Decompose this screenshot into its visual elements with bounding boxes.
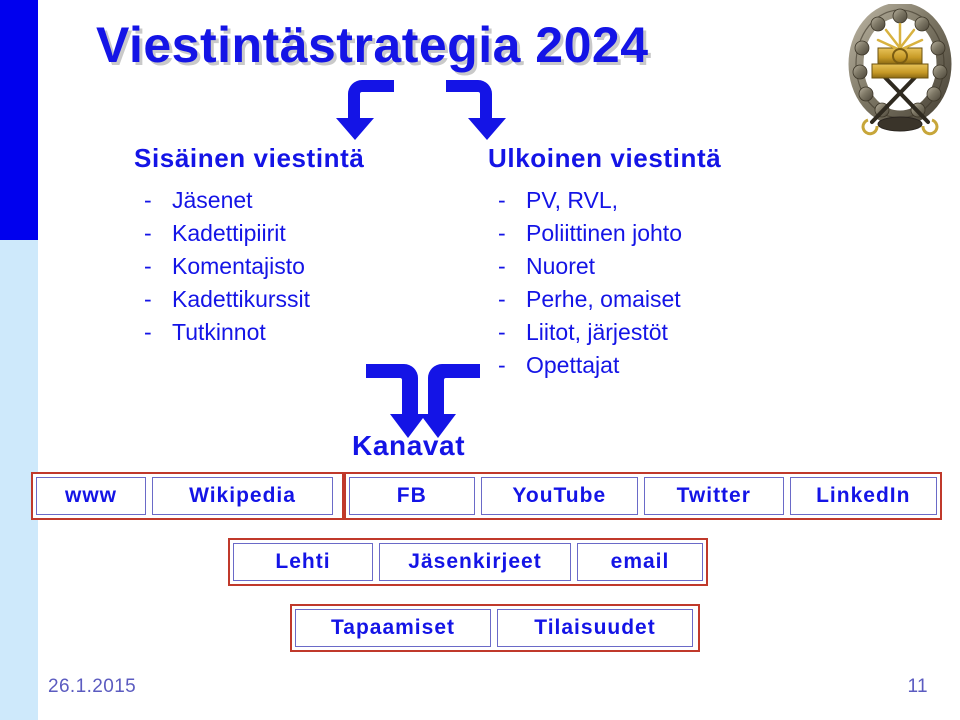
- list-item-label: Komentajisto: [172, 253, 305, 279]
- bullet-marker: -: [144, 187, 152, 213]
- channel-group-events: Tapaamiset Tilaisuudet: [290, 604, 700, 652]
- channel-chip-lehti[interactable]: Lehti: [233, 543, 373, 581]
- list-item-label: PV, RVL,: [526, 187, 619, 213]
- channel-chip-tapaamiset[interactable]: Tapaamiset: [295, 609, 491, 647]
- list-item-label: Kadettipiirit: [172, 220, 286, 246]
- list-item: - Perhe, omaiset: [488, 283, 848, 316]
- bullet-marker: -: [498, 253, 506, 279]
- channel-group-social: FB YouTube Twitter LinkedIn: [344, 472, 942, 520]
- list-item-label: Tutkinnot: [172, 319, 266, 345]
- list-item-label: Opettajat: [526, 352, 620, 378]
- bullet-marker: -: [498, 220, 506, 246]
- bullet-marker: -: [498, 286, 506, 312]
- channel-chip-www[interactable]: www: [36, 477, 146, 515]
- channels-heading: Kanavat: [352, 430, 466, 461]
- channel-chip-tilaisuudet[interactable]: Tilaisuudet: [497, 609, 693, 647]
- external-communication-column: Ulkoinen viestintä - PV, RVL, - Poliittine…: [488, 143, 848, 382]
- channel-chip-email[interactable]: email: [577, 543, 703, 581]
- list-item: - Opettajat: [488, 349, 848, 382]
- list-item-label: Jäsenet: [172, 187, 253, 213]
- bullet-marker: -: [144, 253, 152, 279]
- bullet-marker: -: [498, 352, 506, 378]
- channel-chip-wikipedia[interactable]: Wikipedia: [152, 477, 333, 515]
- internal-communication-column: Sisäinen viestintä - Jäsenet - Kadettipiir…: [134, 143, 484, 349]
- sidebar-accent-bar-top: [0, 0, 38, 240]
- list-item: - Tutkinnot: [134, 316, 484, 349]
- list-item: - Komentajisto: [134, 250, 484, 283]
- bullet-marker: -: [144, 220, 152, 246]
- list-item-label: Kadettikurssit: [172, 286, 311, 312]
- channel-chip-linkedin[interactable]: LinkedIn: [789, 477, 938, 515]
- list-item-label: Perhe, omaiset: [526, 286, 681, 312]
- channel-chip-fb[interactable]: FB: [349, 477, 475, 515]
- list-item: - PV, RVL,: [488, 184, 848, 217]
- channel-chip-jasenkirjeet[interactable]: Jäsenkirjeet: [379, 543, 571, 581]
- channel-chip-twitter[interactable]: Twitter: [644, 477, 784, 515]
- list-item: - Nuoret: [488, 250, 848, 283]
- list-item-label: Liitot, järjestöt: [526, 319, 668, 345]
- external-audience-list: - PV, RVL, - Poliittinen johto - Nuoret - Pe…: [488, 184, 848, 382]
- bullet-marker: -: [144, 286, 152, 312]
- slide-canvas: Viestintästrategia 2024 Sisäinen viestin…: [0, 0, 960, 720]
- list-item: - Jäsenet: [134, 184, 484, 217]
- channel-group-print: Lehti Jäsenkirjeet email: [228, 538, 708, 586]
- external-heading: Ulkoinen viestintä: [488, 143, 722, 173]
- list-item: - Kadettikurssit: [134, 283, 484, 316]
- cadet-badge-emblem: [848, 4, 952, 136]
- internal-audience-list: - Jäsenet - Kadettipiirit - Komentajisto -K…: [134, 184, 484, 349]
- internal-heading: Sisäinen viestintä: [134, 143, 365, 173]
- list-item: - Liitot, järjestöt: [488, 316, 848, 349]
- list-item-label: Nuoret: [526, 253, 596, 279]
- channel-group-web: www Wikipedia: [31, 472, 344, 520]
- arrow-down-left-icon: [336, 80, 394, 140]
- footer-page-number: 11: [907, 676, 928, 697]
- bullet-marker: -: [498, 187, 506, 213]
- list-item: - Kadettipiirit: [134, 217, 484, 250]
- arrow-down-right-icon: [446, 80, 506, 140]
- bullet-marker: -: [498, 319, 506, 345]
- slide-title: Viestintästrategia 2024: [96, 17, 649, 73]
- list-item: - Poliittinen johto: [488, 217, 848, 250]
- channel-chip-youtube[interactable]: YouTube: [480, 477, 639, 515]
- bullet-marker: -: [144, 319, 152, 345]
- footer-date: 26.1.2015: [48, 676, 137, 697]
- list-item-label: Poliittinen johto: [526, 220, 682, 246]
